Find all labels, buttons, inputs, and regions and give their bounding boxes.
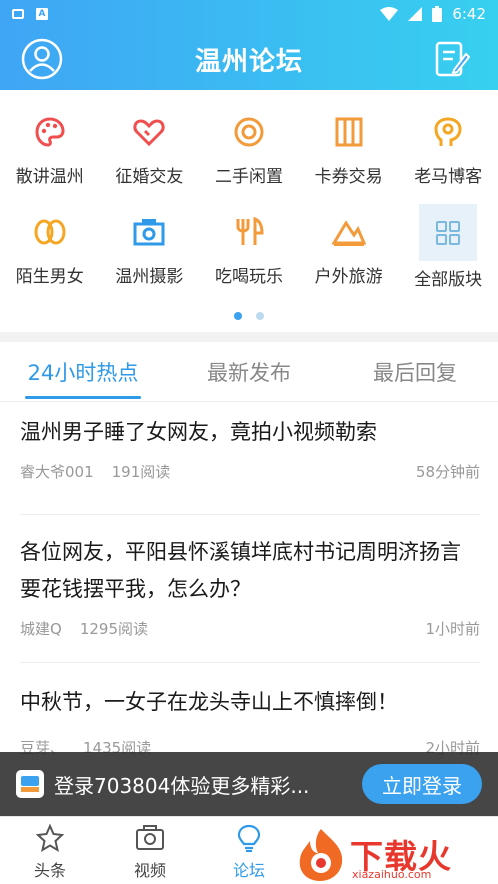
category-item[interactable]: 二手闲置	[199, 90, 299, 190]
post-item[interactable]: 各位网友，平阳县怀溪镇垟底村书记周明济扬言要花钱摆平我，怎么办？ 城建Q 129…	[20, 530, 480, 663]
nav-headlines[interactable]: 头条	[0, 823, 100, 881]
post-title[interactable]: 温州男子睡了女网友，竟拍小视频勒索	[20, 414, 480, 451]
notification-icon	[12, 9, 24, 19]
tab-hot[interactable]: 24小时热点	[0, 342, 166, 401]
palette-icon	[35, 117, 65, 147]
category-item[interactable]: 征婚交友	[100, 90, 200, 190]
nav-video[interactable]: 视频	[100, 823, 200, 881]
category-item[interactable]: 户外旅游	[299, 190, 399, 290]
watermark-url: xiazaihuo.com	[352, 868, 432, 881]
status-bar: A 6:42	[0, 0, 498, 28]
grid-icon	[436, 220, 461, 245]
star-icon	[35, 823, 65, 853]
fork-knife-icon	[236, 216, 264, 245]
user-avatar-icon	[21, 38, 63, 80]
tab-bar: 24小时热点 最新发布 最后回复	[0, 342, 498, 402]
page-dot[interactable]	[256, 312, 264, 320]
target-icon	[234, 117, 264, 147]
edit-note-icon	[435, 41, 470, 77]
battery-icon	[432, 6, 443, 22]
video-icon	[136, 825, 164, 850]
post-reads: 191阅读	[111, 463, 171, 481]
mountain-icon	[331, 220, 366, 246]
banner-text: 登录703804体验更多精彩...	[54, 773, 310, 798]
category-item[interactable]: 温州摄影	[100, 190, 200, 290]
app-logo-icon	[16, 770, 44, 798]
category-item[interactable]: 吃喝玩乐	[199, 190, 299, 290]
flame-logo-icon	[299, 829, 343, 881]
watermark: 下载火 xiazaihuo.com	[292, 824, 492, 884]
category-item[interactable]: 老马博客	[398, 90, 498, 190]
camera-icon	[133, 219, 165, 246]
bulb-icon	[237, 824, 261, 853]
wifi-icon	[380, 7, 399, 21]
profile-button[interactable]	[20, 37, 64, 81]
post-title[interactable]: 各位网友，平阳县怀溪镇垟底村书记周明济扬言要花钱摆平我，怎么办？	[20, 534, 480, 608]
head-icon	[434, 117, 462, 146]
category-item[interactable]: 陌生男女	[0, 190, 100, 290]
section-divider	[0, 332, 498, 342]
page-title: 温州论坛	[194, 46, 303, 77]
app-notification-icon: A	[36, 8, 48, 20]
post-time: 1小时前	[425, 620, 480, 638]
post-time: 58分钟前	[415, 463, 480, 481]
post-author[interactable]: 城建Q	[20, 618, 62, 639]
post-reads: 1295阅读	[79, 620, 148, 638]
tab-last-reply[interactable]: 最后回复	[332, 342, 498, 401]
category-item[interactable]: 散讲温州	[0, 90, 100, 190]
status-time: 6:42	[452, 5, 486, 23]
page-indicator	[0, 312, 498, 320]
tab-underline	[25, 396, 141, 399]
nav-forum[interactable]: 论坛	[199, 823, 299, 881]
couple-icon	[34, 219, 66, 245]
login-banner: 登录703804体验更多精彩... 立即登录	[0, 752, 498, 816]
tab-latest[interactable]: 最新发布	[166, 342, 332, 401]
category-item[interactable]: 卡券交易	[299, 90, 399, 190]
heart-icon	[133, 119, 165, 147]
post-title[interactable]: 中秋节，一女子在龙头寺山上不慎摔倒！	[20, 684, 480, 721]
login-button[interactable]: 立即登录	[362, 764, 482, 804]
page-dot-active[interactable]	[234, 312, 242, 320]
app-header: 温州论坛	[0, 28, 498, 90]
category-grid: 散讲温州 征婚交友 二手闲置 卡券交易 老马博客 陌生男女 温州摄影 吃喝玩乐 …	[0, 90, 498, 330]
signal-icon	[408, 7, 423, 21]
compose-button[interactable]	[430, 37, 474, 81]
ticket-icon	[335, 117, 363, 147]
category-item-all[interactable]: 全部版块	[398, 190, 498, 290]
post-item[interactable]: 温州男子睡了女网友，竟拍小视频勒索 睿大爷001 191阅读 58分钟前	[20, 414, 480, 515]
post-author[interactable]: 睿大爷001	[20, 461, 94, 482]
